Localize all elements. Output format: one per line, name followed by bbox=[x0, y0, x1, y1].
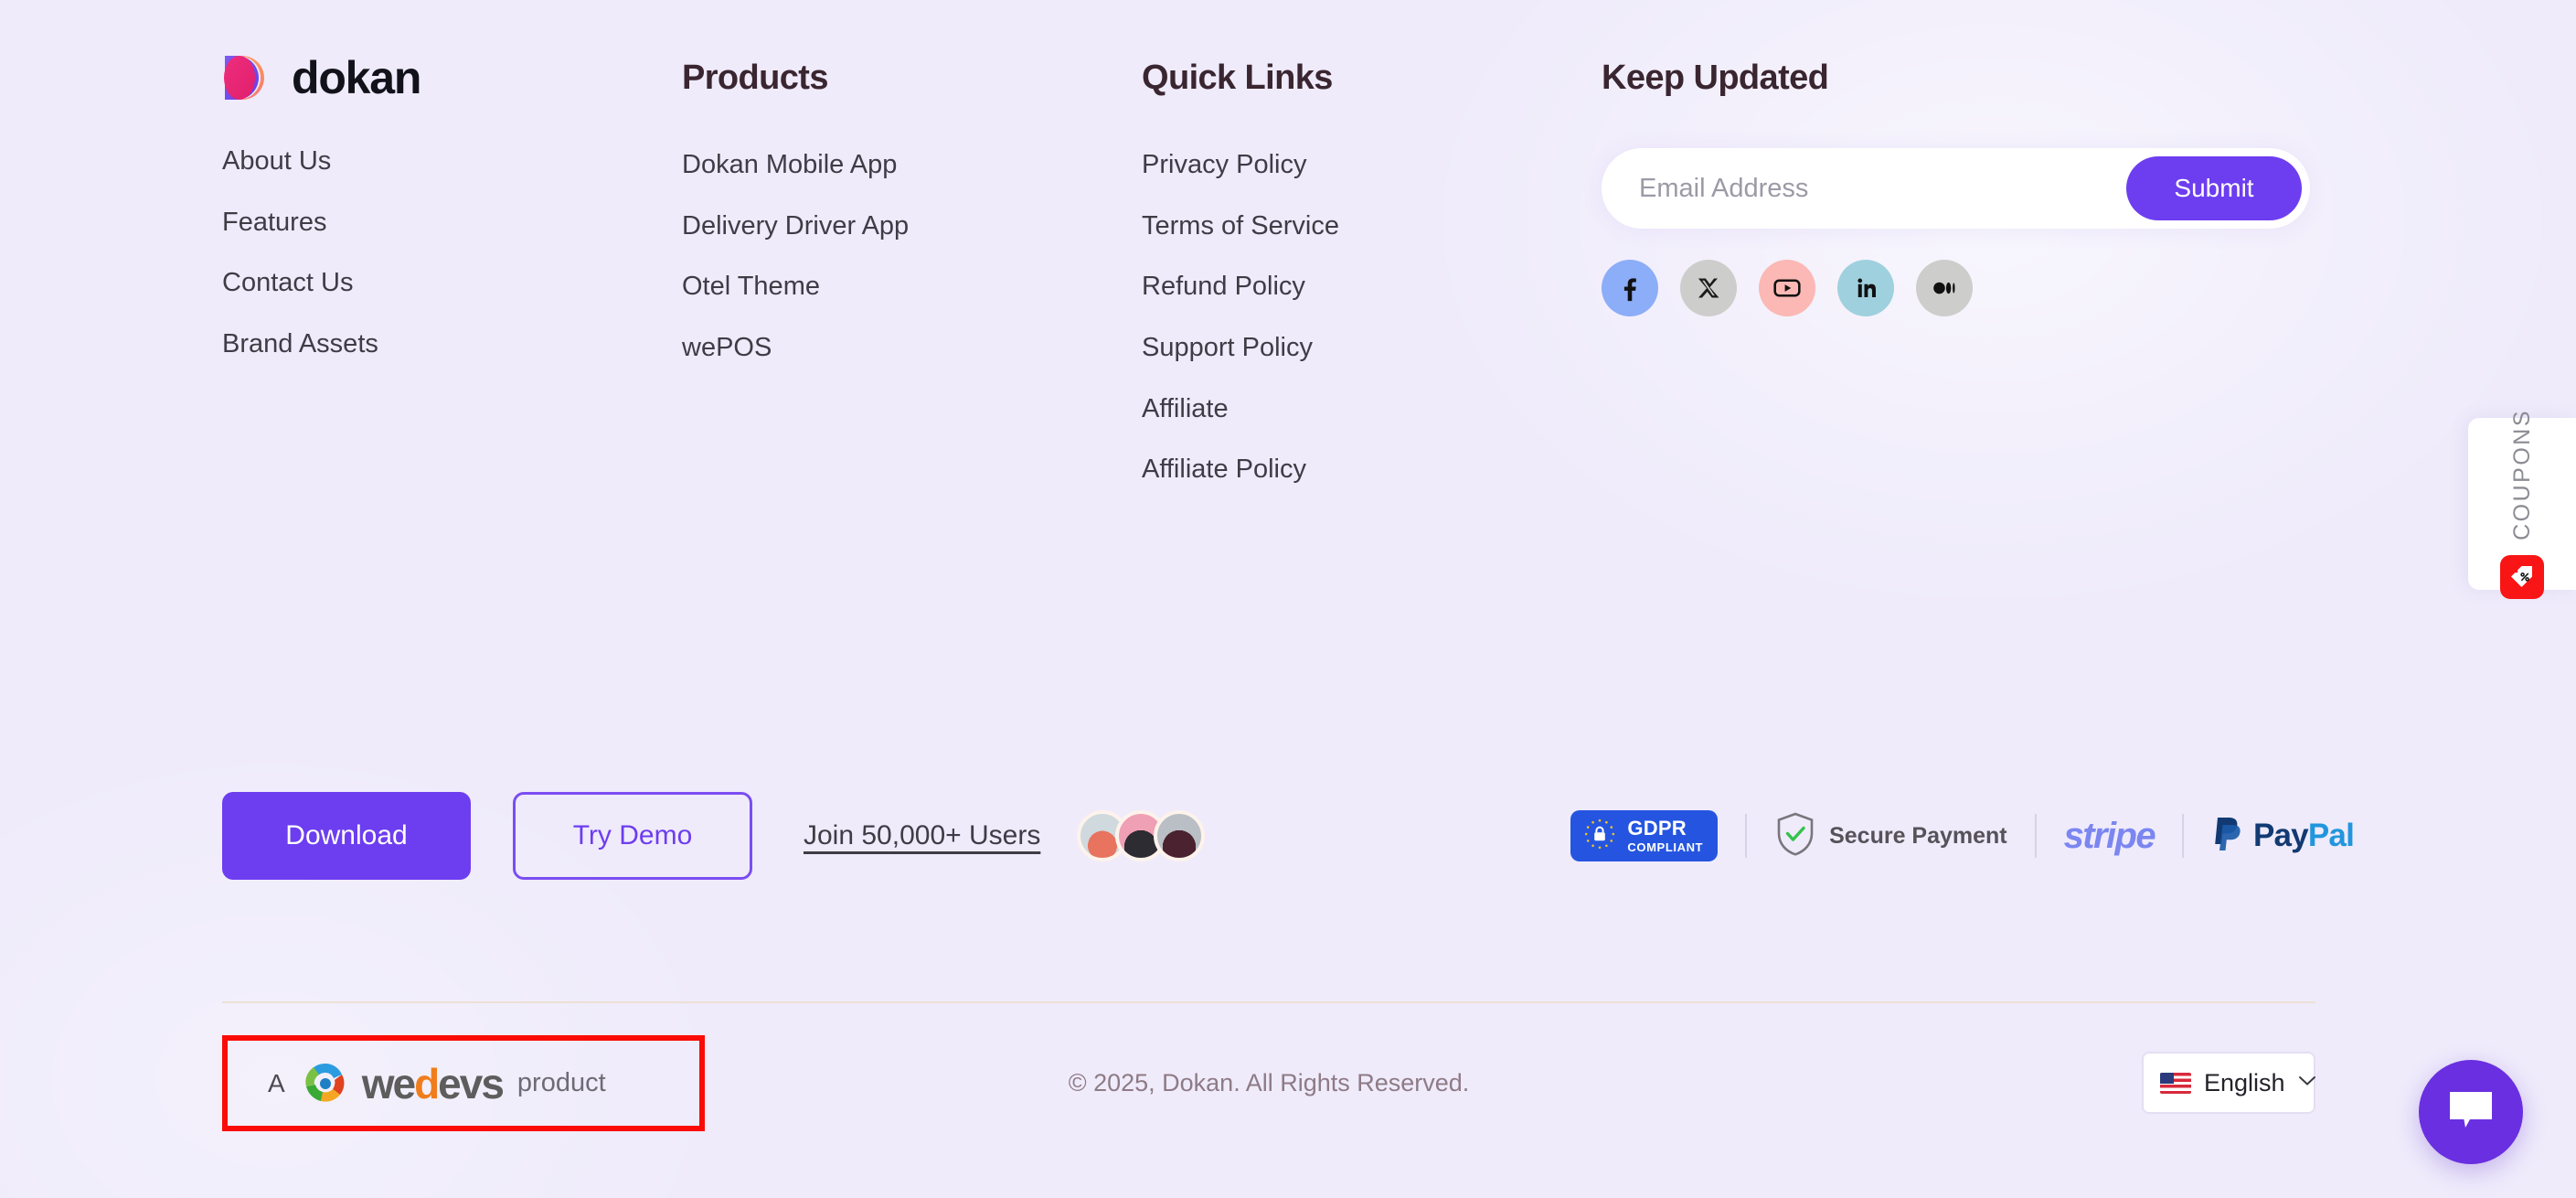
try-demo-button[interactable]: Try Demo bbox=[513, 792, 752, 880]
trust-badges: GDPR COMPLIANT Secure Payment stripe Pay… bbox=[1570, 799, 2355, 872]
brand-column: dokan About Us Features Contact Us Brand… bbox=[222, 51, 682, 487]
secure-payment-label: Secure Payment bbox=[1829, 822, 2007, 849]
products-heading: Products bbox=[682, 59, 829, 97]
products-column: Products Dokan Mobile App Delivery Drive… bbox=[682, 51, 1142, 487]
linkedin-icon bbox=[1852, 274, 1879, 302]
footer-page: dokan About Us Features Contact Us Brand… bbox=[0, 0, 2576, 1198]
language-selector[interactable]: English bbox=[2142, 1052, 2315, 1114]
footer-bottom-bar: A wedevs product © 2025, Dokan. All Righ… bbox=[222, 1035, 2315, 1131]
youtube-icon bbox=[1772, 273, 1803, 304]
wedevs-word-d: d bbox=[414, 1059, 440, 1107]
stripe-logo: stripe bbox=[2063, 815, 2156, 856]
join-users-link[interactable]: Join 50,000+ Users bbox=[804, 820, 1040, 851]
link-delivery-driver-app[interactable]: Delivery Driver App bbox=[682, 209, 909, 244]
secure-payment-badge: Secure Payment bbox=[1774, 811, 2007, 861]
price-tag-percent-icon bbox=[2500, 554, 2544, 599]
wedevs-suffix: product bbox=[516, 1068, 606, 1097]
gdpr-text: GDPR COMPLIANT bbox=[1627, 817, 1704, 854]
quick-links-column: Quick Links Privacy Policy Terms of Serv… bbox=[1142, 51, 1602, 487]
gdpr-badge: GDPR COMPLIANT bbox=[1570, 810, 1719, 861]
social-link-linkedin[interactable] bbox=[1837, 260, 1894, 316]
badge-divider bbox=[1745, 814, 1748, 858]
social-link-x[interactable] bbox=[1680, 260, 1737, 316]
link-support-policy[interactable]: Support Policy bbox=[1142, 331, 1313, 366]
keep-updated-heading: Keep Updated bbox=[1602, 59, 1829, 97]
link-dokan-mobile-app[interactable]: Dokan Mobile App bbox=[682, 148, 897, 183]
footer-divider bbox=[222, 1001, 2315, 1003]
social-link-medium[interactable] bbox=[1916, 260, 1973, 316]
wedevs-word-evs: evs bbox=[438, 1059, 505, 1107]
list-item: Delivery Driver App bbox=[682, 209, 1142, 244]
paypal-wordmark: PayPal bbox=[2252, 818, 2355, 854]
user-avatars bbox=[1077, 810, 1206, 861]
footer-columns: dokan About Us Features Contact Us Brand… bbox=[222, 51, 2315, 487]
gdpr-subtitle: COMPLIANT bbox=[1627, 840, 1704, 854]
facebook-icon bbox=[1614, 273, 1645, 304]
list-item: Features bbox=[222, 206, 682, 241]
link-contact-us[interactable]: Contact Us bbox=[222, 266, 353, 301]
social-link-youtube[interactable] bbox=[1759, 260, 1815, 316]
list-item: Refund Policy bbox=[1142, 270, 1602, 305]
paypal-word-pal: Pal bbox=[2307, 818, 2355, 853]
avatar bbox=[1154, 810, 1206, 861]
list-item: About Us bbox=[222, 144, 682, 179]
coupons-tab[interactable]: COUPONS bbox=[2468, 409, 2576, 599]
link-refund-policy[interactable]: Refund Policy bbox=[1142, 270, 1305, 305]
paypal-logo: PayPal bbox=[2211, 814, 2355, 859]
gdpr-lock-stars-icon bbox=[1581, 816, 1618, 857]
list-item: Privacy Policy bbox=[1142, 148, 1602, 183]
newsletter-form: Submit bbox=[1602, 148, 2310, 229]
paypal-icon bbox=[2211, 814, 2244, 859]
link-brand-assets[interactable]: Brand Assets bbox=[222, 327, 378, 362]
email-input[interactable] bbox=[1602, 173, 2126, 204]
quick-links-heading: Quick Links bbox=[1142, 59, 1333, 97]
link-terms-of-service[interactable]: Terms of Service bbox=[1142, 209, 1339, 244]
badge-divider bbox=[2034, 814, 2037, 858]
submit-button[interactable]: Submit bbox=[2126, 156, 2302, 220]
dokan-logo-text: dokan bbox=[292, 52, 421, 103]
social-link-facebook[interactable] bbox=[1602, 260, 1658, 316]
x-twitter-icon bbox=[1696, 275, 1721, 301]
link-features[interactable]: Features bbox=[222, 206, 326, 241]
wedevs-logo-icon bbox=[302, 1060, 349, 1107]
link-affiliate-policy[interactable]: Affiliate Policy bbox=[1142, 453, 1306, 487]
list-item: Dokan Mobile App bbox=[682, 148, 1142, 183]
keep-updated-column: Keep Updated Submit bbox=[1602, 51, 2315, 487]
badge-divider bbox=[2181, 814, 2184, 858]
list-item: wePOS bbox=[682, 331, 1142, 366]
brand-link-list: About Us Features Contact Us Brand Asset… bbox=[222, 144, 682, 362]
link-privacy-policy[interactable]: Privacy Policy bbox=[1142, 148, 1307, 183]
list-item: Support Policy bbox=[1142, 331, 1602, 366]
download-button[interactable]: Download bbox=[222, 792, 471, 880]
paypal-word-pay: Pay bbox=[2252, 818, 2309, 853]
wedevs-wordmark: wedevs bbox=[361, 1059, 505, 1107]
wedevs-prefix: A bbox=[268, 1068, 285, 1097]
link-wepos[interactable]: wePOS bbox=[682, 331, 772, 366]
link-otel-theme[interactable]: Otel Theme bbox=[682, 270, 820, 305]
link-about-us[interactable]: About Us bbox=[222, 144, 331, 179]
list-item: Brand Assets bbox=[222, 327, 682, 362]
list-item: Affiliate bbox=[1142, 392, 1602, 427]
language-label: English bbox=[2204, 1068, 2285, 1096]
list-item: Terms of Service bbox=[1142, 209, 1602, 244]
chat-bubble-icon bbox=[2446, 1087, 2496, 1138]
quick-link-list: Privacy Policy Terms of Service Refund P… bbox=[1142, 148, 1602, 487]
link-affiliate[interactable]: Affiliate bbox=[1142, 392, 1229, 427]
products-link-list: Dokan Mobile App Delivery Driver App Ote… bbox=[682, 148, 1142, 366]
wedevs-word-we: we bbox=[361, 1059, 416, 1107]
chevron-down-icon bbox=[2298, 1075, 2316, 1091]
dokan-logo[interactable]: dokan bbox=[222, 51, 682, 104]
wedevs-product-highlight[interactable]: A wedevs product bbox=[222, 1035, 705, 1131]
dokan-d-mark-icon bbox=[222, 51, 275, 104]
list-item: Otel Theme bbox=[682, 270, 1142, 305]
shield-check-icon bbox=[1774, 811, 1816, 861]
list-item: Contact Us bbox=[222, 266, 682, 301]
chat-widget-button[interactable] bbox=[2419, 1060, 2523, 1164]
coupons-label: COUPONS bbox=[2508, 409, 2535, 540]
us-flag-icon bbox=[2160, 1072, 2191, 1094]
social-links bbox=[1602, 260, 2315, 316]
list-item: Affiliate Policy bbox=[1142, 453, 1602, 487]
medium-icon bbox=[1929, 273, 1960, 304]
gdpr-title: GDPR bbox=[1627, 817, 1687, 840]
